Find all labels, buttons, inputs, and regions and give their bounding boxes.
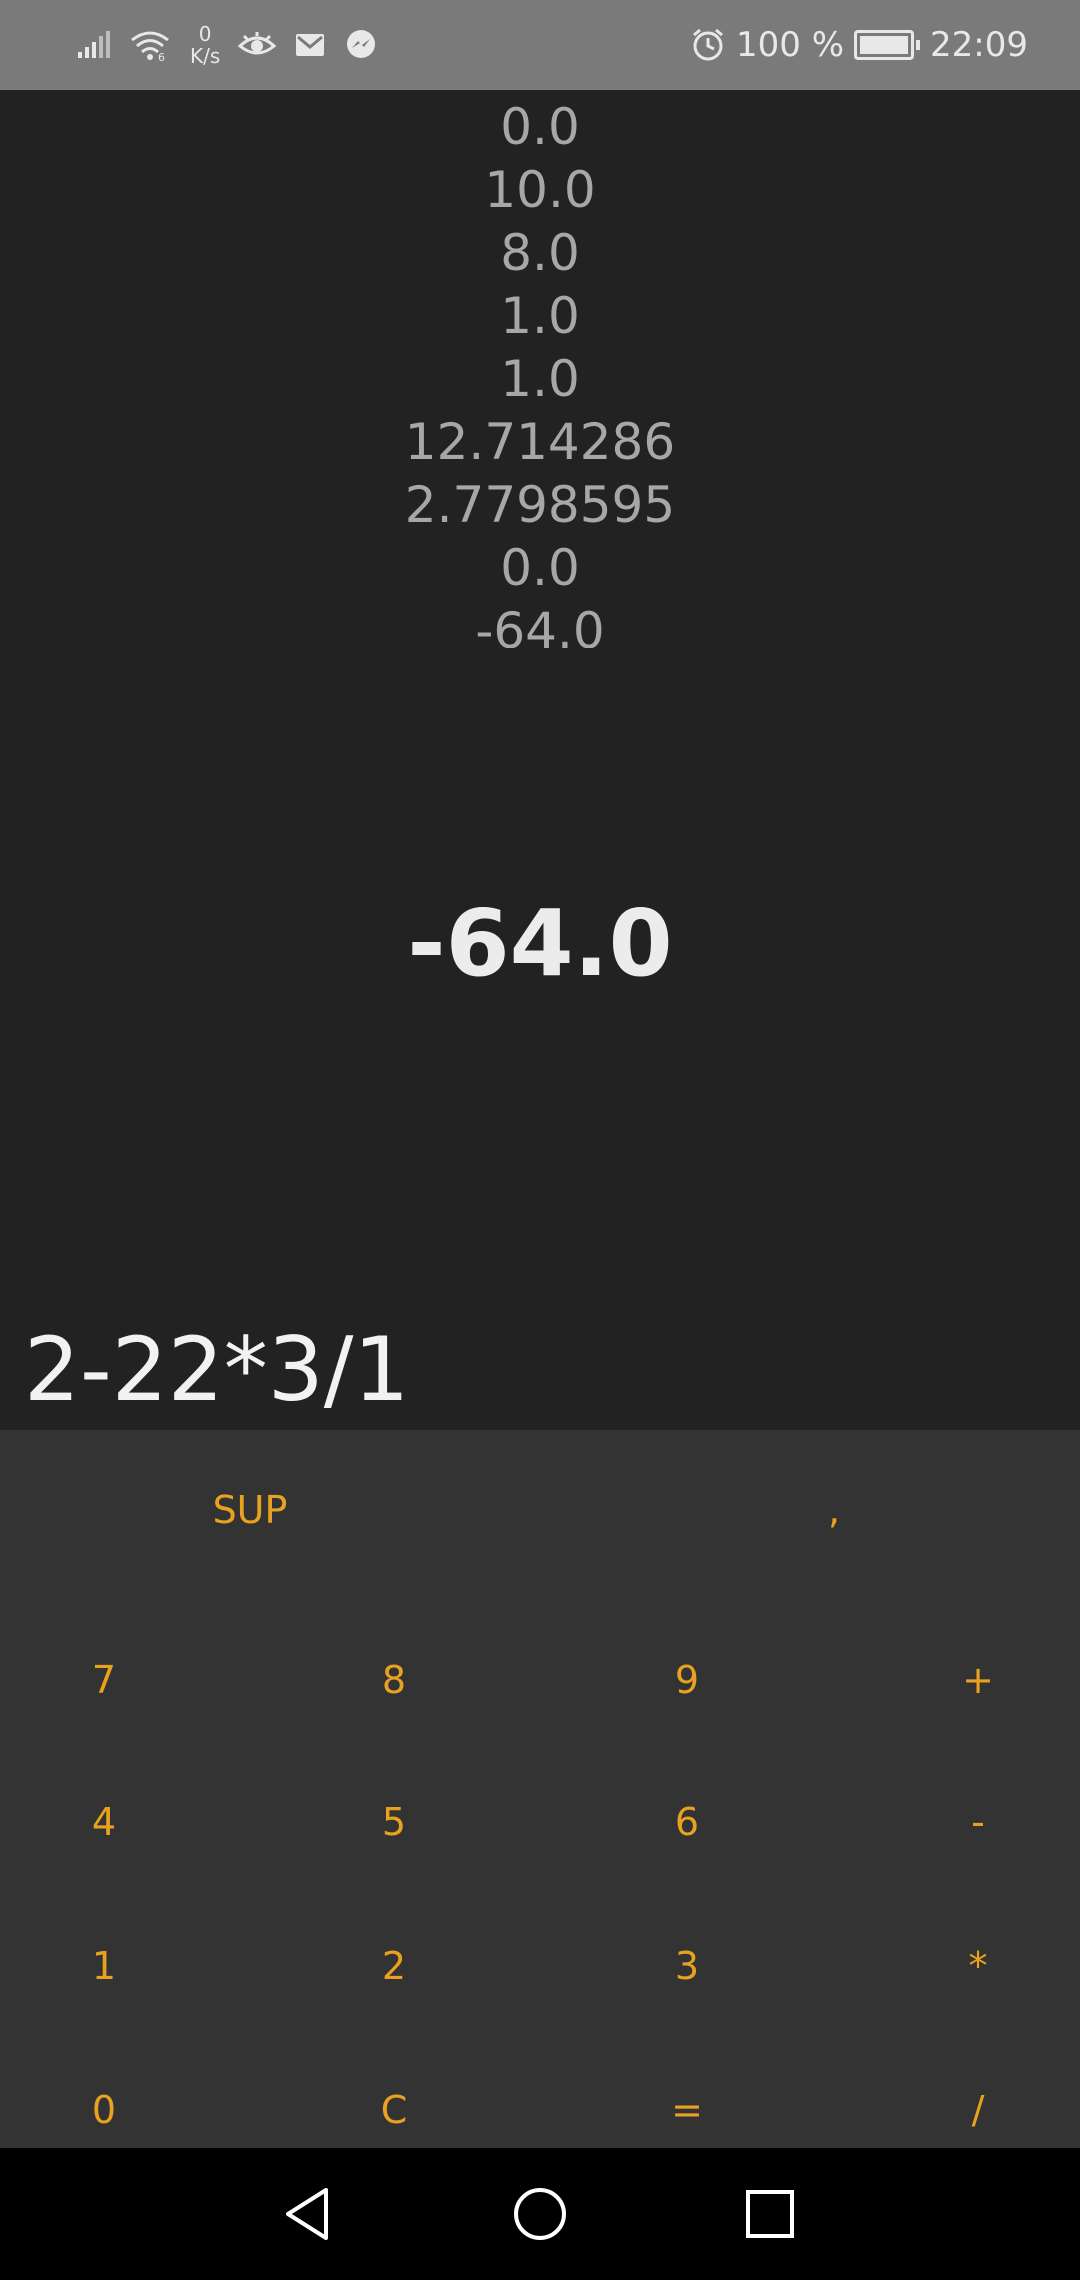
back-icon[interactable]: [276, 2182, 340, 2246]
expression-display: 2-22*3/1: [24, 1318, 410, 1421]
battery-percent: 100 %: [736, 25, 845, 65]
key-minus[interactable]: -: [918, 1752, 1038, 1892]
history-item: 10.0: [484, 161, 596, 219]
history-item: 1.0: [500, 350, 580, 408]
clock: 22:09: [930, 25, 1028, 65]
history-list[interactable]: 0.0 10.0 8.0 1.0 1.0 12.714286 2.7798595…: [0, 96, 1080, 648]
net-speed-value: 0: [198, 22, 212, 46]
wifi-icon: 6: [131, 31, 169, 62]
key-9[interactable]: 9: [627, 1610, 747, 1750]
history-item: 0.0: [500, 98, 580, 156]
messenger-icon: [347, 30, 376, 58]
history-item: 12.714286: [404, 413, 676, 471]
status-bar: 6 0 K/s 100 % 22:09: [0, 0, 1080, 90]
navigation-bar: [0, 2148, 1080, 2280]
status-bar-left: 6 0 K/s: [76, 22, 378, 68]
key-7[interactable]: 7: [44, 1610, 164, 1750]
result-display: -64.0: [407, 890, 673, 997]
svg-text:6: 6: [158, 51, 165, 62]
alarm-icon: [693, 28, 723, 61]
signal-icon: [78, 31, 110, 58]
key-3[interactable]: 3: [627, 1896, 747, 2036]
key-2[interactable]: 2: [334, 1896, 454, 2036]
key-plus[interactable]: +: [918, 1610, 1038, 1750]
history-item: 1.0: [500, 287, 580, 345]
net-speed: 0 K/s: [190, 23, 220, 67]
key-8[interactable]: 8: [334, 1610, 454, 1750]
key-1[interactable]: 1: [44, 1896, 164, 2036]
history-item: 8.0: [500, 224, 580, 282]
key-5[interactable]: 5: [334, 1752, 454, 1892]
net-speed-unit: K/s: [190, 44, 221, 68]
mail-icon: [296, 34, 325, 56]
eye-icon: [238, 32, 277, 55]
home-icon[interactable]: [508, 2182, 572, 2246]
key-6[interactable]: 6: [627, 1752, 747, 1892]
recents-icon[interactable]: [738, 2182, 802, 2246]
history-item: -64.0: [475, 602, 605, 648]
key-4[interactable]: 4: [44, 1752, 164, 1892]
key-multiply[interactable]: *: [918, 1896, 1038, 2036]
battery-body: [854, 30, 915, 60]
sup-key[interactable]: SUP: [150, 1470, 350, 1550]
status-bar-right: 100 % 22:09: [690, 22, 1028, 68]
battery-icon: [854, 30, 921, 60]
keypad: SUP , 7 8 9 + 4 5 6 - 1 2 3 * 0 C = /: [0, 1430, 1080, 2148]
history-item: 0.0: [500, 539, 580, 597]
comma-key[interactable]: ,: [734, 1470, 934, 1550]
history-item: 2.7798595: [404, 476, 676, 534]
